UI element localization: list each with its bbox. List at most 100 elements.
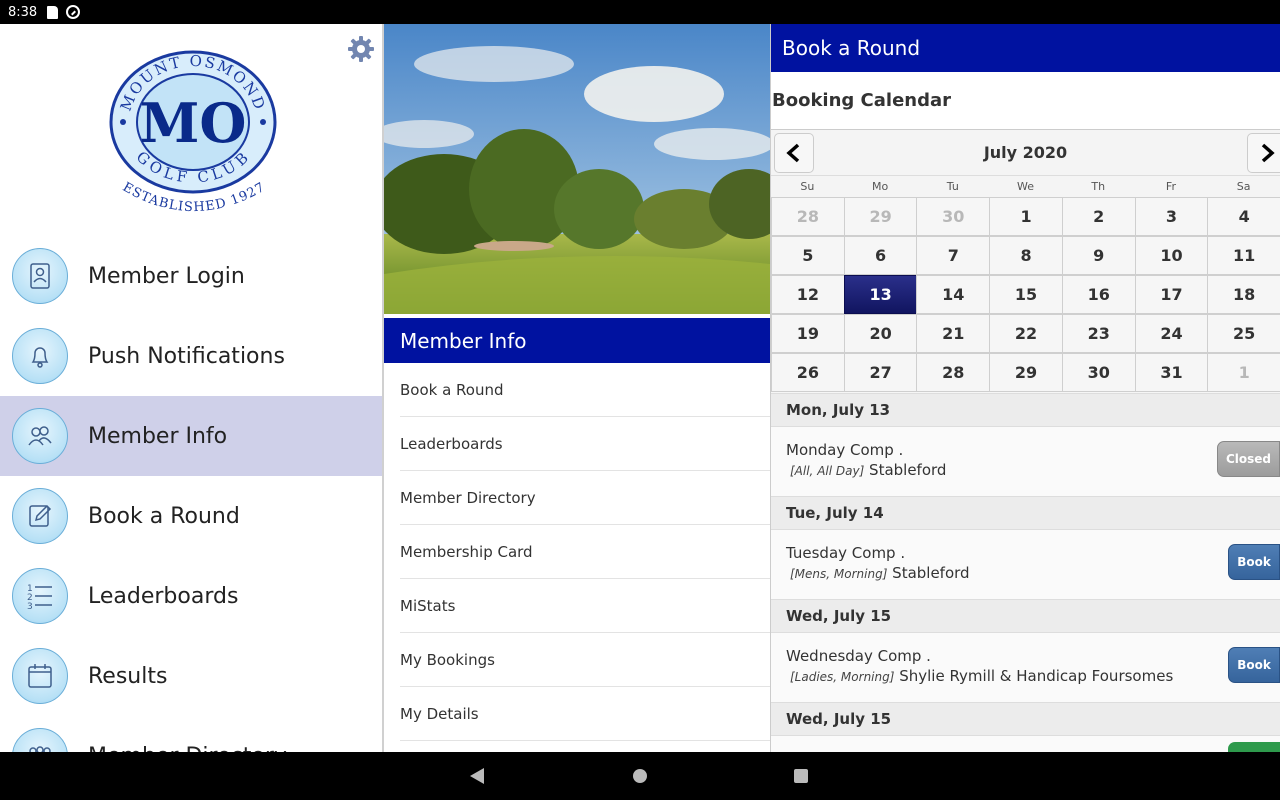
calendar-day[interactable]: 4 (1207, 197, 1280, 236)
calendar-day[interactable]: 30 (1061, 353, 1136, 392)
booking-calendar-title: Booking Calendar (771, 72, 1280, 130)
event-row: Wednesday Comp . [Ladies, Morning] Shyli… (771, 633, 1280, 702)
calendar-week-row: 19 20 21 22 23 24 25 (771, 314, 1280, 353)
calendar-day-selected[interactable]: 13 (843, 275, 918, 314)
drawer-item-label: Book a Round (88, 503, 240, 529)
chevron-right-icon (1261, 143, 1275, 163)
back-icon[interactable] (470, 768, 484, 784)
calendar-day[interactable]: 11 (1207, 236, 1280, 275)
event-tag: [All, All Day] (790, 464, 865, 478)
list-item-leaderboards[interactable]: Leaderboards (400, 417, 770, 471)
home-icon[interactable] (633, 769, 647, 783)
system-nav-bar (0, 752, 1280, 800)
list-item-book-a-round[interactable]: Book a Round (400, 363, 770, 417)
book-button[interactable]: Book (1228, 544, 1280, 580)
calendar-day[interactable]: 23 (1061, 314, 1136, 353)
drawer-item-member-info[interactable]: Member Info (0, 396, 382, 476)
calendar-icon (12, 648, 68, 704)
event-details: [All, All Day] Stableford (786, 461, 1280, 479)
calendar-day[interactable]: 25 (1207, 314, 1280, 353)
calendar-day[interactable]: 26 (771, 353, 845, 392)
calendar-day[interactable]: 10 (1134, 236, 1209, 275)
calendar-day[interactable]: 7 (916, 236, 991, 275)
closed-button[interactable]: Closed (1217, 441, 1280, 477)
group-icon (12, 728, 68, 752)
dow-label: Sa (1236, 180, 1251, 193)
pencil-icon (12, 488, 68, 544)
calendar-day[interactable]: 24 (1134, 314, 1209, 353)
calendar-day[interactable]: 22 (989, 314, 1063, 353)
book-a-round-panel: Book a Round Booking Calendar July 2020 … (770, 24, 1280, 752)
calendar-day[interactable]: 29 (843, 197, 918, 236)
bell-icon (12, 328, 68, 384)
sd-card-icon (47, 5, 59, 19)
logo-monogram: MO (140, 91, 247, 155)
recents-icon[interactable] (794, 769, 808, 783)
next-month-button[interactable] (1247, 133, 1280, 173)
book-a-round-header: Book a Round (771, 24, 1280, 72)
calendar-day[interactable]: 17 (1134, 275, 1209, 314)
calendar-day[interactable]: 12 (771, 275, 845, 314)
calendar-day[interactable]: 1 (989, 197, 1063, 236)
list-item-mistats[interactable]: MiStats (400, 579, 770, 633)
calendar-day[interactable]: 19 (771, 314, 845, 353)
previous-month-button[interactable] (774, 133, 814, 173)
calendar-day[interactable]: 5 (771, 236, 845, 275)
calendar-day[interactable]: 18 (1207, 275, 1280, 314)
event-row: Tuesday Comp . [Mens, Morning] Stablefor… (771, 530, 1280, 599)
event-date-header: Wed, July 15 (771, 599, 1280, 633)
calendar-day[interactable]: 28 (771, 197, 845, 236)
drawer-item-book-a-round[interactable]: Book a Round (0, 476, 382, 556)
calendar-day[interactable]: 1 (1207, 353, 1280, 392)
dow-label: Su (800, 180, 815, 193)
book-button[interactable]: Book (1228, 647, 1280, 683)
event-tag: [Ladies, Morning] (790, 670, 895, 684)
dow-label: Tu (946, 180, 959, 193)
drawer-item-leaderboards[interactable]: 123 Leaderboards (0, 556, 382, 636)
drawer-item-member-login[interactable]: Member Login (0, 236, 382, 316)
calendar-day[interactable]: 6 (843, 236, 918, 275)
calendar-day[interactable]: 9 (1061, 236, 1136, 275)
book-button-partial[interactable] (1228, 742, 1280, 752)
event-format: Shylie Rymill & Handicap Foursomes (899, 667, 1174, 685)
settings-gear-icon[interactable] (346, 34, 376, 64)
list-item-membership-card[interactable]: Membership Card (400, 525, 770, 579)
drawer-item-label: Member Login (88, 263, 245, 289)
calendar-day[interactable]: 8 (989, 236, 1063, 275)
drawer-item-push-notifications[interactable]: Push Notifications (0, 316, 382, 396)
list-item-member-directory[interactable]: Member Directory (400, 471, 770, 525)
sync-icon (66, 5, 81, 19)
calendar-day[interactable]: 15 (989, 275, 1063, 314)
calendar-day[interactable]: 27 (843, 353, 918, 392)
event-name: Wednesday Comp . (786, 647, 931, 665)
calendar-week-row: 28 29 30 1 2 3 4 (771, 197, 1280, 236)
dow-label: We (1017, 180, 1035, 193)
drawer-item-label: Member Directory (88, 744, 287, 753)
calendar-day[interactable]: 31 (1134, 353, 1209, 392)
list-item-my-bookings[interactable]: My Bookings (400, 633, 770, 687)
calendar-day[interactable]: 28 (916, 353, 991, 392)
drawer-item-member-directory[interactable]: Member Directory (0, 716, 382, 752)
calendar-day[interactable]: 2 (1061, 197, 1136, 236)
drawer-item-label: Member Info (88, 423, 228, 449)
calendar-day[interactable]: 21 (916, 314, 991, 353)
calendar-day[interactable]: 16 (1061, 275, 1136, 314)
calendar-day[interactable]: 30 (916, 197, 991, 236)
calendar-day[interactable]: 29 (989, 353, 1063, 392)
event-date-header: Mon, July 13 (771, 393, 1280, 427)
list-item-my-details[interactable]: My Details (400, 687, 770, 741)
navigation-drawer: MOUNT OSMOND GOLF CLUB MO ESTABLISHED 19… (0, 24, 384, 752)
golf-course-hero-image (384, 24, 770, 314)
member-info-panel: Member Info Book a Round Leaderboards Me… (384, 24, 770, 752)
calendar-nav: July 2020 (771, 130, 1280, 176)
numbered-list-icon: 123 (12, 568, 68, 624)
calendar-day[interactable]: 3 (1134, 197, 1209, 236)
calendar-day[interactable]: 14 (916, 275, 991, 314)
event-details: [Ladies, Morning] Shylie Rymill & Handic… (786, 667, 1280, 685)
dow-label: Mo (871, 180, 889, 193)
calendar-week-row: 5 6 7 8 9 10 11 (771, 236, 1280, 275)
event-tag: [Mens, Morning] (790, 567, 888, 581)
calendar-day[interactable]: 20 (843, 314, 918, 353)
events-list: Mon, July 13 Monday Comp . [All, All Day… (771, 393, 1280, 752)
drawer-item-results[interactable]: Results (0, 636, 382, 716)
